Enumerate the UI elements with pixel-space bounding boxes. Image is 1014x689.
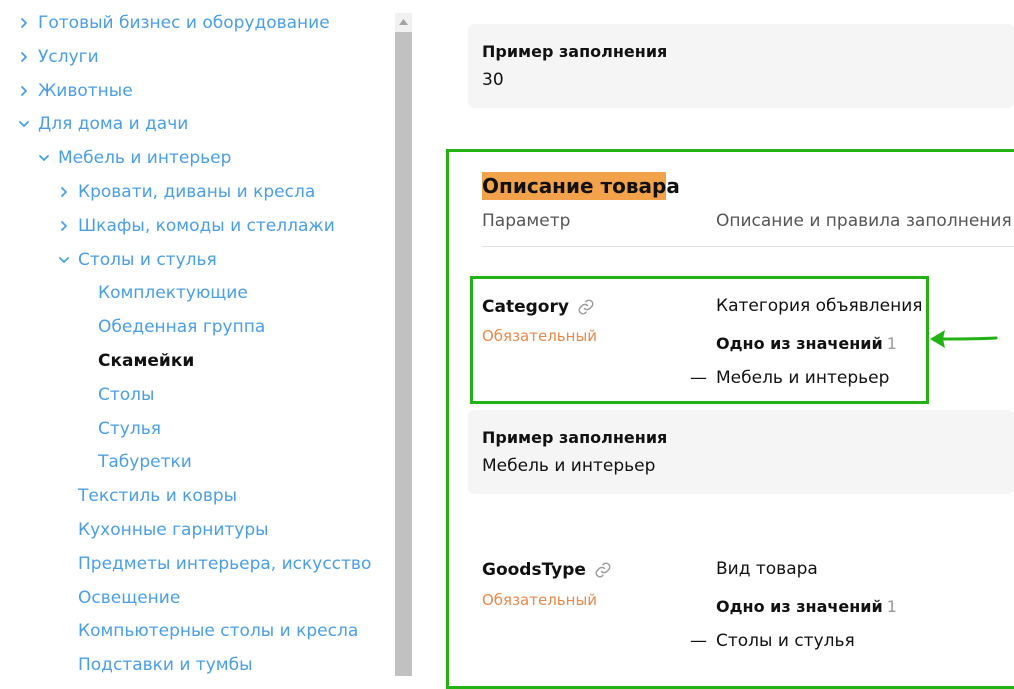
sidebar-item[interactable]: Кровати, диваны и кресла <box>56 180 315 204</box>
sidebar-item-label: Скамейки <box>98 351 195 371</box>
category-sidebar: Готовый бизнес и оборудование Услуги Живот… <box>0 0 395 676</box>
chevron-right-icon[interactable] <box>16 49 32 65</box>
example-value: Мебель и интерьер <box>482 456 656 476</box>
sidebar-item-label: Готовый бизнес и оборудование <box>38 13 330 33</box>
sidebar-item[interactable]: Готовый бизнес и оборудование <box>16 11 330 35</box>
chevron-down-icon[interactable] <box>16 116 32 132</box>
sidebar-item-label: Для дома и дачи <box>38 114 189 135</box>
sidebar-item[interactable]: Кухонные гарнитуры <box>78 518 269 542</box>
sidebar-item[interactable]: Животные <box>16 79 133 103</box>
param-description: Вид товара <box>716 559 818 579</box>
sidebar-item[interactable]: Обеденная группа <box>98 315 265 339</box>
example-value: 30 <box>482 70 504 90</box>
sidebar-item[interactable]: Столы и стулья <box>56 248 217 272</box>
sidebar-item[interactable]: Стулья <box>98 417 161 441</box>
sidebar-item-label: Компьютерные столы и кресла <box>78 621 359 642</box>
param-value: Столы и стулья <box>716 631 855 651</box>
sidebar-item[interactable]: Столы <box>98 383 154 407</box>
oneof-label: Одно из значений 1 <box>716 597 897 616</box>
section-title: Описание товара <box>482 172 680 200</box>
oneof-count: 1 <box>886 597 897 616</box>
sidebar-item-label: Стулья <box>98 418 161 439</box>
oneof-text: Одно из значений <box>716 597 883 616</box>
sidebar-item-label: Услуги <box>38 46 99 67</box>
required-badge: Обязательный <box>482 591 598 609</box>
sidebar-item-label: Шкафы, комоды и стеллажи <box>78 215 335 236</box>
sidebar-item[interactable]: Текстиль и ковры <box>78 484 237 508</box>
sidebar-item[interactable]: Мебель и интерьер <box>36 146 231 170</box>
sidebar-item-label: Освещение <box>78 587 181 608</box>
column-header-description: Описание и правила заполнения <box>716 211 1012 231</box>
sidebar-item-label: Столы <box>98 384 155 405</box>
sidebar-item-label: Животные <box>38 80 133 101</box>
sidebar-item-label: Текстиль и ковры <box>78 486 238 507</box>
scroll-thumb[interactable] <box>395 32 412 676</box>
sidebar-item-label: Комплектующие <box>98 283 248 304</box>
sidebar-item-label: Столы и стулья <box>78 249 217 270</box>
sidebar-item[interactable]: Табуретки <box>98 450 192 474</box>
param-name-goodstype: GoodsType <box>482 560 612 580</box>
sidebar-item[interactable]: Предметы интерьера, искусство <box>78 552 371 576</box>
annotation-category-frame <box>470 276 929 404</box>
sidebar-item-label: Подставки и тумбы <box>78 655 253 676</box>
sidebar-item[interactable]: Освещение <box>78 586 180 610</box>
column-header-param: Параметр <box>482 211 571 231</box>
sidebar-item-label: Обеденная группа <box>98 317 266 338</box>
sidebar-item-label: Табуретки <box>98 452 192 473</box>
sidebar-item[interactable]: Компьютерные столы и кресла <box>78 619 358 643</box>
sidebar-item-label: Мебель и интерьер <box>58 148 232 169</box>
sidebar-item[interactable]: Комплектующие <box>98 281 248 305</box>
sidebar-item[interactable]: Услуги <box>16 45 99 69</box>
chevron-right-icon[interactable] <box>56 218 72 234</box>
chevron-down-icon[interactable] <box>56 252 72 268</box>
sidebar-scrollbar[interactable] <box>395 13 412 676</box>
chevron-right-icon[interactable] <box>16 83 32 99</box>
chevron-right-icon[interactable] <box>16 15 32 31</box>
param-name-label: GoodsType <box>482 560 586 580</box>
table-divider <box>482 246 1014 247</box>
sidebar-item-label: Предметы интерьера, искусство <box>78 553 372 574</box>
sidebar-item[interactable]: Для дома и дачи <box>16 112 188 136</box>
sidebar-item[interactable]: Скамейки <box>98 349 194 373</box>
scroll-up-button[interactable] <box>395 13 412 30</box>
chevron-down-icon[interactable] <box>36 150 52 166</box>
sidebar-item[interactable]: Подставки и тумбы <box>78 653 253 676</box>
section-title-wrap: Описание товара <box>482 170 680 202</box>
example-box-top: Пример заполнения 30 <box>468 24 1014 108</box>
link-icon[interactable] <box>594 561 612 579</box>
value-dash: — <box>690 631 707 651</box>
triangle-up-icon <box>399 18 408 25</box>
sidebar-item-label: Кровати, диваны и кресла <box>78 182 316 202</box>
chevron-right-icon[interactable] <box>56 184 72 200</box>
example-box-category: Пример заполнения Мебель и интерьер <box>468 410 1014 494</box>
sidebar-item[interactable]: Шкафы, комоды и стеллажи <box>56 214 335 238</box>
example-title: Пример заполнения <box>482 428 668 447</box>
sidebar-item-label: Кухонные гарнитуры <box>78 520 269 540</box>
example-title: Пример заполнения <box>482 42 668 61</box>
annotation-arrow-icon <box>930 330 998 348</box>
